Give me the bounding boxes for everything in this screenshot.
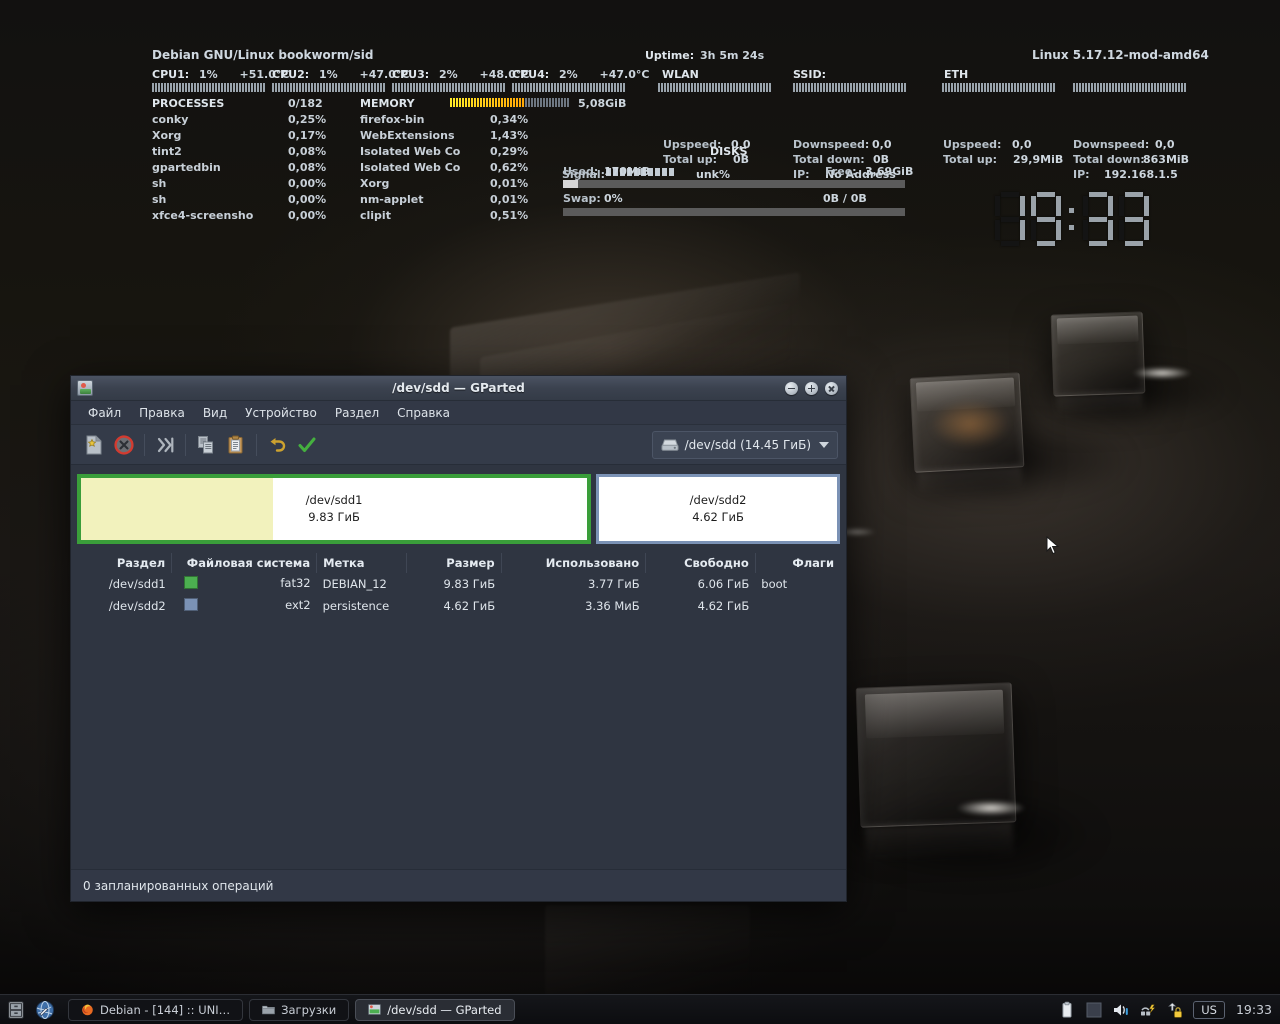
row-sdd1-label: DEBIAN_12	[322, 577, 387, 591]
row-sdd2-fs-swatch	[183, 598, 198, 611]
status-bar: 0 запланированных операций	[71, 869, 846, 901]
task-button-firefox-label: Debian - [144] :: UNI…	[100, 1002, 231, 1017]
row-sdd1-used: 3.77 ГиБ	[588, 577, 640, 591]
column-header-label[interactable]: Метка	[316, 553, 407, 573]
firefox-icon	[82, 1004, 93, 1016]
menu-item-view[interactable]: Вид	[194, 403, 236, 423]
task-button-downloads[interactable]: Загрузки	[249, 998, 350, 1021]
task-button-gparted[interactable]: /dev/sdd — GParted	[355, 998, 515, 1021]
row-sdd1-free: 6.06 ГиБ	[697, 577, 750, 591]
task-button-firefox[interactable]: Debian - [144] :: UNI…	[68, 998, 244, 1021]
web-browser-icon[interactable]	[32, 997, 58, 1023]
task-button-downloads-label: Загрузки	[281, 1002, 337, 1017]
keyboard-layout-indicator[interactable]: US	[1193, 1000, 1225, 1019]
copy-icon[interactable]	[191, 430, 221, 460]
partition-graphic-sdd2-text: /dev/sdd2 4.62 ГиБ	[599, 492, 837, 526]
partition-graphic[interactable]: /dev/sdd1 9.83 ГиБ /dev/sdd2 4.62 ГиБ	[77, 474, 840, 544]
wallpaper-cube-glow-1	[930, 400, 1010, 448]
paste-icon[interactable]	[221, 430, 251, 460]
volume-icon[interactable]	[1112, 1001, 1130, 1019]
harddisk-icon	[661, 439, 679, 451]
partition-graphic-sdd1-text: /dev/sdd1 9.83 ГиБ	[81, 492, 587, 526]
mouse-cursor	[1046, 535, 1060, 556]
gparted-icon	[368, 1004, 382, 1015]
table-row[interactable]: /dev/sdd2 ext2 persistence 4.62 ГиБ 3.36…	[77, 595, 840, 617]
taskbar-clock[interactable]: 19:33	[1234, 1002, 1272, 1017]
row-sdd1-filesystem: fat32	[280, 576, 311, 590]
menu-item-edit[interactable]: Правка	[130, 403, 194, 423]
row-sdd2-partition: /dev/sdd2	[108, 599, 166, 613]
row-sdd1-flags: boot	[761, 577, 788, 591]
delete-partition-icon[interactable]	[109, 430, 139, 460]
status-bar-text: 0 запланированных операций	[83, 878, 274, 893]
row-sdd2-filesystem: ext2	[285, 598, 311, 612]
apply-icon[interactable]	[292, 430, 322, 460]
gparted-window[interactable]: /dev/sdd — GParted Файл Правка Вид Устро…	[70, 375, 847, 902]
row-sdd1-fs-swatch	[183, 576, 198, 589]
task-list[interactable]: Debian - [144] :: UNI… Загрузки /dev/sdd…	[68, 998, 515, 1021]
device-selector[interactable]: /dev/sdd (14.45 ГиБ)	[651, 430, 838, 459]
row-sdd2-free: 4.62 ГиБ	[697, 599, 750, 613]
column-header-size[interactable]: Размер	[406, 553, 502, 573]
chevron-down-icon[interactable]	[819, 441, 829, 448]
partition-graphic-sdd1-name: /dev/sdd1	[305, 493, 363, 507]
partition-table[interactable]: Раздел Файловая система Метка Размер Исп…	[77, 553, 840, 617]
folder-icon	[262, 1005, 275, 1015]
toolbar[interactable]: /dev/sdd (14.45 ГиБ)	[71, 425, 846, 465]
menu-item-partition[interactable]: Раздел	[326, 403, 388, 423]
partition-graphic-sdd2-size: 4.62 ГиБ	[692, 510, 744, 524]
row-sdd2-size: 4.62 ГиБ	[443, 599, 496, 613]
partition-graphic-sdd2-name: /dev/sdd2	[689, 493, 747, 507]
window-titlebar[interactable]: /dev/sdd — GParted	[71, 376, 846, 401]
column-header-free[interactable]: Свободно	[645, 553, 756, 573]
wallpaper-flare-2	[956, 800, 1026, 816]
undo-icon[interactable]	[262, 430, 292, 460]
screenshot-icon[interactable]	[1085, 1001, 1103, 1019]
system-tray[interactable]: US 19:33	[1058, 1000, 1280, 1019]
column-header-filesystem[interactable]: Файловая система	[171, 553, 318, 573]
minimize-icon[interactable]	[785, 381, 798, 395]
close-icon[interactable]	[825, 381, 838, 395]
taskbar[interactable]: Debian - [144] :: UNI… Загрузки /dev/sdd…	[0, 994, 1280, 1024]
window-controls[interactable]	[785, 381, 846, 395]
menu-item-help[interactable]: Справка	[388, 403, 459, 423]
device-selector-label: /dev/sdd (14.45 ГиБ)	[684, 437, 811, 452]
column-header-flags[interactable]: Флаги	[755, 553, 840, 573]
toolbar-separator-2	[185, 433, 186, 456]
row-sdd1-partition: /dev/sdd1	[108, 577, 166, 591]
window-title: /dev/sdd — GParted	[392, 381, 525, 395]
partition-graphic-sdd1[interactable]: /dev/sdd1 9.83 ГиБ	[77, 474, 592, 544]
clipboard-icon[interactable]	[1058, 1001, 1076, 1019]
maximize-icon[interactable]	[805, 381, 818, 395]
resize-move-icon[interactable]	[150, 430, 180, 460]
network-icon[interactable]	[1139, 1001, 1157, 1019]
new-partition-icon[interactable]	[79, 430, 109, 460]
table-row[interactable]: /dev/sdd1 fat32 DEBIAN_12 9.83 ГиБ 3.77 …	[77, 573, 840, 595]
wallpaper-cube-2	[1050, 311, 1146, 397]
menu-item-file[interactable]: Файл	[79, 403, 130, 423]
row-sdd2-label: persistence	[322, 599, 390, 613]
task-button-gparted-label: /dev/sdd — GParted	[387, 1002, 502, 1017]
menu-item-device[interactable]: Устройство	[236, 403, 326, 423]
partition-graphic-sdd1-size: 9.83 ГиБ	[308, 510, 360, 524]
toolbar-separator-3	[256, 433, 257, 456]
table-header-row: Раздел Файловая система Метка Размер Исп…	[77, 553, 840, 573]
column-header-partition[interactable]: Раздел	[77, 553, 173, 573]
file-manager-icon[interactable]	[3, 997, 29, 1023]
updates-lock-icon[interactable]	[1166, 1001, 1184, 1019]
row-sdd2-flags	[755, 595, 840, 617]
toolbar-separator-1	[144, 433, 145, 456]
menubar[interactable]: Файл Правка Вид Устройство Раздел Справк…	[71, 401, 846, 425]
column-header-used[interactable]: Использовано	[501, 553, 647, 573]
partition-graphic-sdd2[interactable]: /dev/sdd2 4.62 ГиБ	[596, 474, 840, 544]
row-sdd2-used: 3.36 МиБ	[585, 599, 640, 613]
row-sdd1-size: 9.83 ГиБ	[443, 577, 496, 591]
wallpaper-flare-1	[1132, 367, 1192, 379]
